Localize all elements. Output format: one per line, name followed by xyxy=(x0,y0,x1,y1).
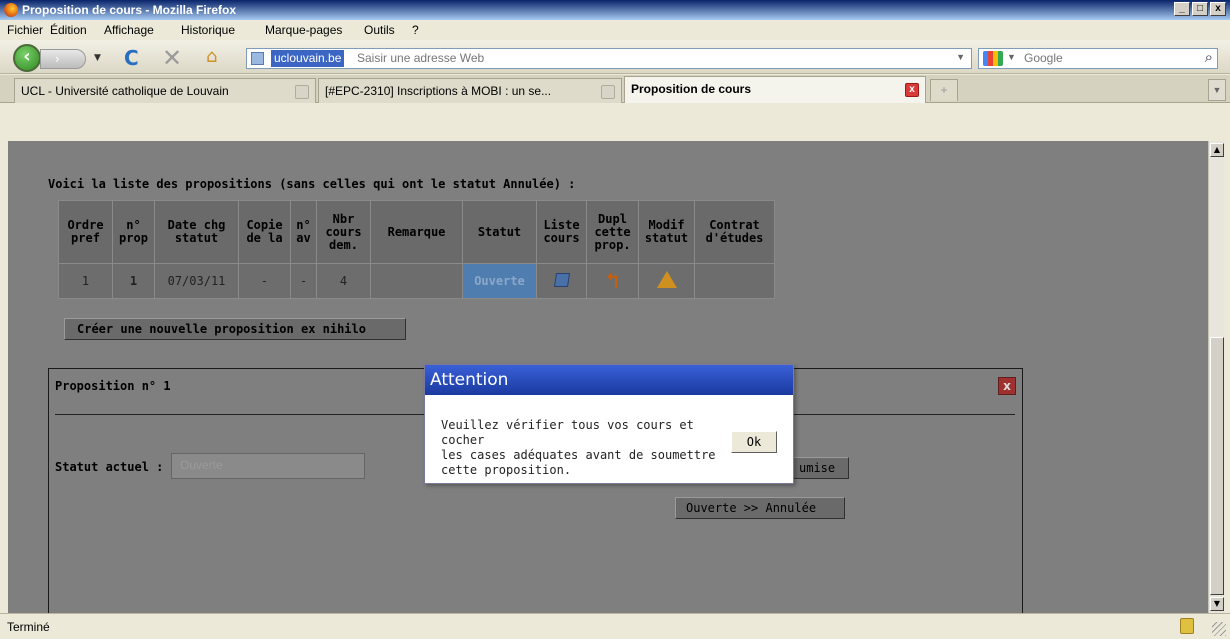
col-nprop: n° prop xyxy=(112,200,155,264)
tab-epc[interactable]: [#EPC-2310] Inscriptions à MOBI : un se.… xyxy=(318,78,622,103)
col-modif: Modif statut xyxy=(638,200,695,264)
col-dupl: Dupl cette prop. xyxy=(586,200,639,264)
cell-modif[interactable] xyxy=(638,263,695,299)
ok-button[interactable]: Ok xyxy=(731,431,777,453)
col-date: Date chg statut xyxy=(154,200,239,264)
url-placeholder: Saisir une adresse Web xyxy=(357,51,485,65)
firefox-icon xyxy=(4,3,18,17)
duplicate-arrow-icon[interactable]: ↰ xyxy=(606,269,619,294)
cell-remarque xyxy=(370,263,463,299)
resize-grip-icon[interactable] xyxy=(1212,622,1226,636)
menu-fichier[interactable]: Fichier xyxy=(7,23,43,37)
url-domain[interactable]: uclouvain.be xyxy=(271,50,345,67)
dialog-message: Veuillez vérifier tous vos cours et coch… xyxy=(441,418,716,477)
create-proposal-button[interactable]: Créer une nouvelle proposition ex nihilo xyxy=(64,318,406,340)
scroll-up-icon[interactable]: ▲ xyxy=(1210,143,1224,157)
search-engine-dropdown-icon[interactable]: ▼ xyxy=(1007,52,1016,62)
col-nbr: Nbr cours dem. xyxy=(316,200,371,264)
search-placeholder: Google xyxy=(1024,51,1063,65)
col-contrat: Contrat d'études xyxy=(694,200,775,264)
status-text: Terminé xyxy=(7,620,50,634)
tab-ucl[interactable]: UCL - Université catholique de Louvain xyxy=(14,78,316,103)
navigation-toolbar: ‹ › ▼ C ✕ ⌂ uclouvain.be Saisir une adre… xyxy=(0,40,1230,74)
home-icon[interactable]: ⌂ xyxy=(206,46,217,67)
back-button[interactable]: ‹ xyxy=(13,44,41,72)
col-liste: Liste cours xyxy=(536,200,587,264)
tab-bar: UCL - Université catholique de Louvain [… xyxy=(0,75,1230,103)
tab-close-icon[interactable] xyxy=(295,85,309,99)
scroll-thumb[interactable] xyxy=(1210,337,1224,595)
table-header-row: Ordre pref n° prop Date chg statut Copie… xyxy=(58,200,775,264)
cell-nbr: 4 xyxy=(316,263,371,299)
panel-title: Proposition n° 1 xyxy=(55,379,171,393)
cell-contrat xyxy=(694,263,775,299)
close-window-button[interactable]: x xyxy=(1210,2,1226,16)
menu-edition[interactable]: Édition xyxy=(50,23,87,37)
minimize-button[interactable]: _ xyxy=(1174,2,1190,16)
col-statut: Statut xyxy=(462,200,537,264)
tab-close-icon[interactable] xyxy=(601,85,615,99)
stop-icon[interactable]: ✕ xyxy=(162,44,182,72)
reload-icon[interactable]: C xyxy=(124,46,139,70)
search-bar[interactable]: ▼ Google ⌕ xyxy=(978,48,1218,69)
cell-copie: - xyxy=(238,263,291,299)
cell-statut: Ouverte xyxy=(462,263,537,299)
status-label: Statut actuel : xyxy=(55,460,164,474)
maximize-button[interactable]: □ xyxy=(1192,2,1208,16)
intro-text: Voici la liste des propositions (sans ce… xyxy=(48,177,576,191)
menu-historique[interactable]: Historique xyxy=(181,23,235,37)
page-scrollbar[interactable]: ▲ ▼ xyxy=(1208,141,1224,613)
menu-bar: Fichier Édition Affichage Historique Mar… xyxy=(0,20,1230,40)
lock-icon[interactable] xyxy=(1180,618,1194,634)
dialog-title: Attention xyxy=(425,365,793,395)
cell-ordre: 1 xyxy=(58,263,113,299)
warning-icon[interactable] xyxy=(656,271,677,288)
url-dropdown-icon[interactable]: ▼ xyxy=(956,52,965,62)
menu-help[interactable]: ? xyxy=(412,23,419,37)
cell-dupl[interactable]: ↰ xyxy=(586,263,639,299)
cell-nav: - xyxy=(290,263,317,299)
submit-status-button[interactable]: umise xyxy=(792,457,849,479)
tab-label: Proposition de cours xyxy=(631,82,752,96)
cancel-status-button[interactable]: Ouverte >> Annulée xyxy=(675,497,845,519)
scroll-down-icon[interactable]: ▼ xyxy=(1210,597,1224,611)
table-row: 1 1 07/03/11 - - 4 Ouverte ↰ xyxy=(58,263,775,299)
cell-liste[interactable] xyxy=(536,263,587,299)
site-favicon xyxy=(251,52,264,65)
tab-proposition[interactable]: Proposition de cours x xyxy=(624,76,926,103)
browser-window: Proposition de cours - Mozilla Firefox _… xyxy=(0,0,1230,639)
edit-list-icon[interactable] xyxy=(553,272,570,287)
search-icon[interactable]: ⌕ xyxy=(1205,49,1213,66)
menu-affichage[interactable]: Affichage xyxy=(104,23,154,37)
col-ordre: Ordre pref xyxy=(58,200,113,264)
cell-date: 07/03/11 xyxy=(154,263,239,299)
tab-close-icon[interactable]: x xyxy=(905,83,919,97)
col-copie: Copie de la xyxy=(238,200,291,264)
menu-outils[interactable]: Outils xyxy=(364,23,395,37)
url-bar[interactable]: uclouvain.be Saisir une adresse Web ▼ xyxy=(246,48,972,69)
col-remarque: Remarque xyxy=(370,200,463,264)
status-field: Ouverte xyxy=(171,453,365,479)
title-bar: Proposition de cours - Mozilla Firefox _… xyxy=(0,0,1230,20)
tab-list-icon[interactable]: ▼ xyxy=(1208,79,1226,101)
tab-label: UCL - Université catholique de Louvain xyxy=(21,84,229,98)
col-nav: n° av xyxy=(290,200,317,264)
close-icon[interactable]: x xyxy=(998,377,1016,395)
history-dropdown-icon[interactable]: ▼ xyxy=(94,53,101,63)
status-bar: Terminé xyxy=(0,613,1230,639)
cell-nprop: 1 xyxy=(112,263,155,299)
tab-label: [#EPC-2310] Inscriptions à MOBI : un se.… xyxy=(325,84,552,98)
proposals-table: Ordre pref n° prop Date chg statut Copie… xyxy=(58,200,775,299)
attention-dialog: Attention Veuillez vérifier tous vos cou… xyxy=(424,364,794,484)
window-title: Proposition de cours - Mozilla Firefox xyxy=(22,3,237,17)
menu-marque-pages[interactable]: Marque-pages xyxy=(265,23,342,37)
google-icon[interactable] xyxy=(983,51,1003,66)
forward-button[interactable]: › xyxy=(40,49,86,69)
new-tab-button[interactable]: + xyxy=(930,79,958,101)
